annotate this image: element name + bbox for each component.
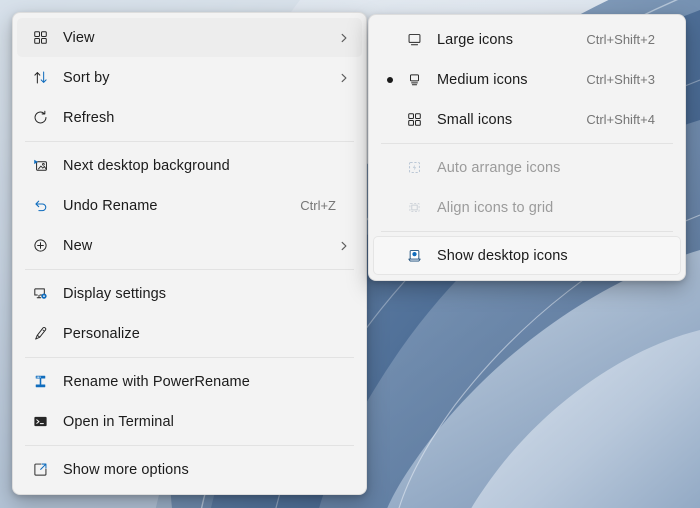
menu-item-show-desktop-icons[interactable]: Show desktop icons (373, 236, 681, 275)
menu-item-small-icons[interactable]: Small icons Ctrl+Shift+4 (373, 100, 681, 139)
radio-indicator-medium-icons (381, 76, 399, 83)
chevron-right-icon (336, 240, 352, 252)
menu-item-personalize[interactable]: Personalize (17, 314, 362, 353)
menu-item-shortcut: Ctrl+Z (300, 198, 336, 213)
menu-item-sort-by[interactable]: Sort by (17, 58, 362, 97)
menu-item-label: Align icons to grid (437, 199, 554, 216)
menu-item-shortcut: Ctrl+Shift+3 (586, 72, 655, 87)
menu-item-next-desktop-background[interactable]: Next desktop background (17, 146, 362, 185)
menu-separator (381, 231, 673, 232)
menu-separator (25, 357, 354, 358)
menu-item-label: Large icons (437, 31, 514, 48)
sort-icon (25, 69, 55, 86)
menu-item-label: Refresh (63, 109, 115, 126)
menu-item-label: Undo Rename (63, 197, 158, 214)
menu-item-show-more-options[interactable]: Show more options (17, 450, 362, 489)
menu-item-label: View (63, 29, 95, 46)
desktop-icons-icon (399, 247, 429, 264)
paintbrush-icon (25, 325, 55, 342)
menu-item-label: Open in Terminal (63, 413, 174, 430)
view-submenu[interactable]: Large icons Ctrl+Shift+2 Medium icons Ctrl+… (368, 14, 686, 281)
next-background-icon (25, 157, 55, 174)
terminal-icon (25, 413, 55, 430)
desktop-context-menu[interactable]: View Sort by Refresh Next desktop backgroun… (12, 12, 367, 495)
menu-separator (381, 143, 673, 144)
monitor-medium-icon (399, 71, 429, 88)
menu-item-label: Rename with PowerRename (63, 373, 250, 390)
auto-arrange-icon (399, 159, 429, 176)
open-external-icon (25, 461, 55, 478)
monitor-gear-icon (25, 285, 55, 302)
menu-item-shortcut: Ctrl+Shift+2 (586, 32, 655, 47)
menu-item-display-settings[interactable]: Display settings (17, 274, 362, 313)
menu-item-label: Sort by (63, 69, 110, 86)
menu-item-label: Display settings (63, 285, 167, 302)
menu-item-view[interactable]: View (17, 18, 362, 57)
grid-icon (399, 111, 429, 128)
menu-item-auto-arrange-icons: Auto arrange icons (373, 148, 681, 187)
menu-item-label: Auto arrange icons (437, 159, 561, 176)
menu-item-label: Personalize (63, 325, 140, 342)
chevron-right-icon (336, 32, 352, 44)
powerrename-icon (25, 373, 55, 390)
menu-item-new[interactable]: New (17, 226, 362, 265)
menu-item-label: Next desktop background (63, 157, 230, 174)
undo-icon (25, 197, 55, 214)
chevron-right-icon (336, 72, 352, 84)
menu-item-rename-with-powerrename[interactable]: Rename with PowerRename (17, 362, 362, 401)
menu-separator (25, 445, 354, 446)
menu-item-label: Medium icons (437, 71, 528, 88)
grid-icon (25, 29, 55, 46)
menu-item-open-in-terminal[interactable]: Open in Terminal (17, 402, 362, 441)
menu-item-medium-icons[interactable]: Medium icons Ctrl+Shift+3 (373, 60, 681, 99)
menu-item-shortcut: Ctrl+Shift+4 (586, 112, 655, 127)
align-grid-icon (399, 199, 429, 216)
menu-item-label: New (63, 237, 93, 254)
menu-item-refresh[interactable]: Refresh (17, 98, 362, 137)
menu-item-undo-rename[interactable]: Undo Rename Ctrl+Z (17, 186, 362, 225)
plus-circle-icon (25, 237, 55, 254)
menu-separator (25, 141, 354, 142)
menu-item-large-icons[interactable]: Large icons Ctrl+Shift+2 (373, 20, 681, 59)
monitor-large-icon (399, 31, 429, 48)
refresh-icon (25, 109, 55, 126)
menu-separator (25, 269, 354, 270)
menu-item-label: Small icons (437, 111, 513, 128)
menu-item-align-icons-to-grid: Align icons to grid (373, 188, 681, 227)
menu-item-label: Show more options (63, 461, 189, 478)
menu-item-label: Show desktop icons (437, 247, 568, 264)
